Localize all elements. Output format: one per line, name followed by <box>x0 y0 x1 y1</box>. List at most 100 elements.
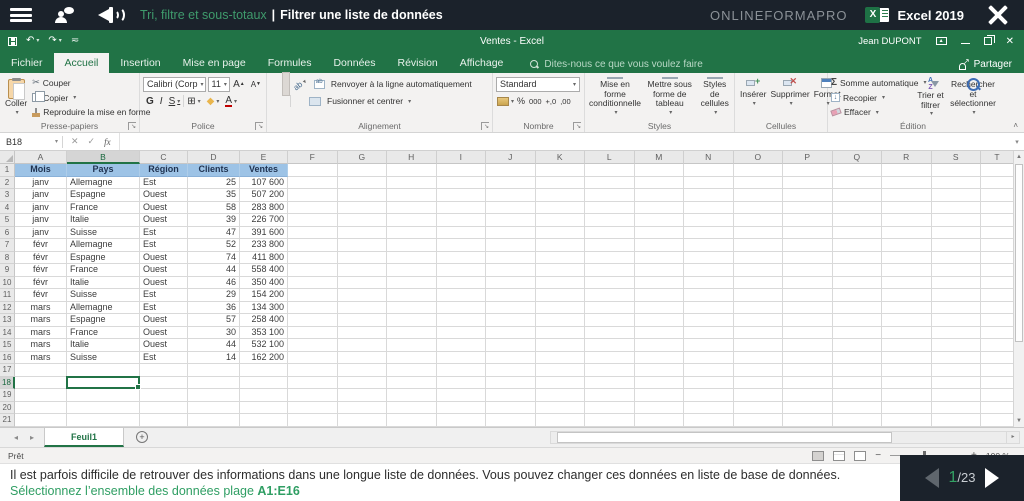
vertical-scrollbar[interactable]: ▲ ▼ <box>1013 151 1024 427</box>
cell-I8[interactable] <box>436 251 486 264</box>
autosum-button[interactable]: Σ Somme automatique <box>831 76 918 90</box>
select-all-corner[interactable] <box>0 151 15 164</box>
cell-I17[interactable] <box>436 364 486 377</box>
cell-H17[interactable] <box>387 364 437 377</box>
cell-N13[interactable] <box>684 314 734 327</box>
cell-M16[interactable] <box>634 351 684 364</box>
cell-E7[interactable]: 233 800 <box>240 239 288 252</box>
cell-E5[interactable]: 226 700 <box>240 214 288 227</box>
cell-L19[interactable] <box>585 389 635 402</box>
expand-formula-bar-icon[interactable]: ▾ <box>1010 138 1024 146</box>
cell-C18[interactable] <box>140 376 188 389</box>
column-header-Q[interactable]: Q <box>832 151 882 164</box>
row-header-18[interactable]: 18 <box>0 376 15 389</box>
cell-S7[interactable] <box>931 239 981 252</box>
add-sheet-icon[interactable]: + <box>136 431 149 443</box>
cell-N16[interactable] <box>684 351 734 364</box>
row-header-9[interactable]: 9 <box>0 264 15 277</box>
cell-N7[interactable] <box>684 239 734 252</box>
cell-G11[interactable] <box>337 289 387 302</box>
cell-Q14[interactable] <box>832 326 882 339</box>
cell-D1[interactable]: Clients <box>188 164 240 177</box>
cell-E10[interactable]: 350 400 <box>240 276 288 289</box>
cell-K19[interactable] <box>535 389 585 402</box>
cell-O17[interactable] <box>733 364 783 377</box>
share-button[interactable]: Partager <box>958 57 1012 70</box>
cell-O13[interactable] <box>733 314 783 327</box>
cell-F21[interactable] <box>288 414 338 427</box>
cell-A18[interactable] <box>15 376 67 389</box>
row-header-11[interactable]: 11 <box>0 289 15 302</box>
cell-S16[interactable] <box>931 351 981 364</box>
cell-L4[interactable] <box>585 201 635 214</box>
cell-T8[interactable] <box>981 251 1014 264</box>
cell-G2[interactable] <box>337 176 387 189</box>
cell-E18[interactable] <box>240 376 288 389</box>
cell-O8[interactable] <box>733 251 783 264</box>
cell-J18[interactable] <box>486 376 536 389</box>
cell-C17[interactable] <box>140 364 188 377</box>
cell-B7[interactable]: Allemagne <box>67 239 140 252</box>
cell-J15[interactable] <box>486 339 536 352</box>
fill-color-icon[interactable]: ◆ <box>204 94 223 109</box>
cell-M11[interactable] <box>634 289 684 302</box>
row-header-19[interactable]: 19 <box>0 389 15 402</box>
cell-M3[interactable] <box>634 189 684 202</box>
cell-F19[interactable] <box>288 389 338 402</box>
cell-L12[interactable] <box>585 301 635 314</box>
cell-K10[interactable] <box>535 276 585 289</box>
cell-F12[interactable] <box>288 301 338 314</box>
cell-O4[interactable] <box>733 201 783 214</box>
cell-T14[interactable] <box>981 326 1014 339</box>
cell-J21[interactable] <box>486 414 536 427</box>
cell-O7[interactable] <box>733 239 783 252</box>
cell-G14[interactable] <box>337 326 387 339</box>
cell-Q17[interactable] <box>832 364 882 377</box>
scroll-up-icon[interactable]: ▲ <box>1014 151 1024 163</box>
cell-L11[interactable] <box>585 289 635 302</box>
number-format-select[interactable]: Standard ▾ <box>496 76 580 92</box>
cell-S15[interactable] <box>931 339 981 352</box>
cell-F8[interactable] <box>288 251 338 264</box>
cell-J7[interactable] <box>486 239 536 252</box>
cell-O18[interactable] <box>733 376 783 389</box>
cell-T2[interactable] <box>981 176 1014 189</box>
insert-function-icon[interactable]: fx <box>104 137 111 147</box>
cell-C4[interactable]: Ouest <box>140 201 188 214</box>
cell-M8[interactable] <box>634 251 684 264</box>
cell-J17[interactable] <box>486 364 536 377</box>
cell-H16[interactable] <box>387 351 437 364</box>
horizontal-scrollbar[interactable]: ▸ <box>550 431 1020 444</box>
cell-M6[interactable] <box>634 226 684 239</box>
cell-T11[interactable] <box>981 289 1014 302</box>
cell-C9[interactable]: Ouest <box>140 264 188 277</box>
cell-S3[interactable] <box>931 189 981 202</box>
row-header-6[interactable]: 6 <box>0 226 15 239</box>
cell-Q10[interactable] <box>832 276 882 289</box>
column-header-N[interactable]: N <box>684 151 734 164</box>
cell-B3[interactable]: Espagne <box>67 189 140 202</box>
orientation-icon[interactable]: ab <box>292 76 309 92</box>
cell-D9[interactable]: 44 <box>188 264 240 277</box>
column-header-O[interactable]: O <box>733 151 783 164</box>
cell-C21[interactable] <box>140 414 188 427</box>
cell-D7[interactable]: 52 <box>188 239 240 252</box>
tab-revision[interactable]: Révision <box>387 53 449 73</box>
cell-O11[interactable] <box>733 289 783 302</box>
cell-K18[interactable] <box>535 376 585 389</box>
cell-H7[interactable] <box>387 239 437 252</box>
cell-S19[interactable] <box>931 389 981 402</box>
cell-A8[interactable]: févr <box>15 251 67 264</box>
cell-S8[interactable] <box>931 251 981 264</box>
cell-E8[interactable]: 411 800 <box>240 251 288 264</box>
cell-J12[interactable] <box>486 301 536 314</box>
fill-button[interactable]: ↓ Recopier <box>831 91 911 105</box>
cell-C2[interactable]: Est <box>140 176 188 189</box>
paste-button[interactable]: Coller <box>3 76 29 119</box>
row-header-12[interactable]: 12 <box>0 301 15 314</box>
cell-H3[interactable] <box>387 189 437 202</box>
cell-J4[interactable] <box>486 201 536 214</box>
increase-decimal-icon[interactable]: +,0 <box>544 97 559 106</box>
cell-L15[interactable] <box>585 339 635 352</box>
cell-E12[interactable]: 134 300 <box>240 301 288 314</box>
